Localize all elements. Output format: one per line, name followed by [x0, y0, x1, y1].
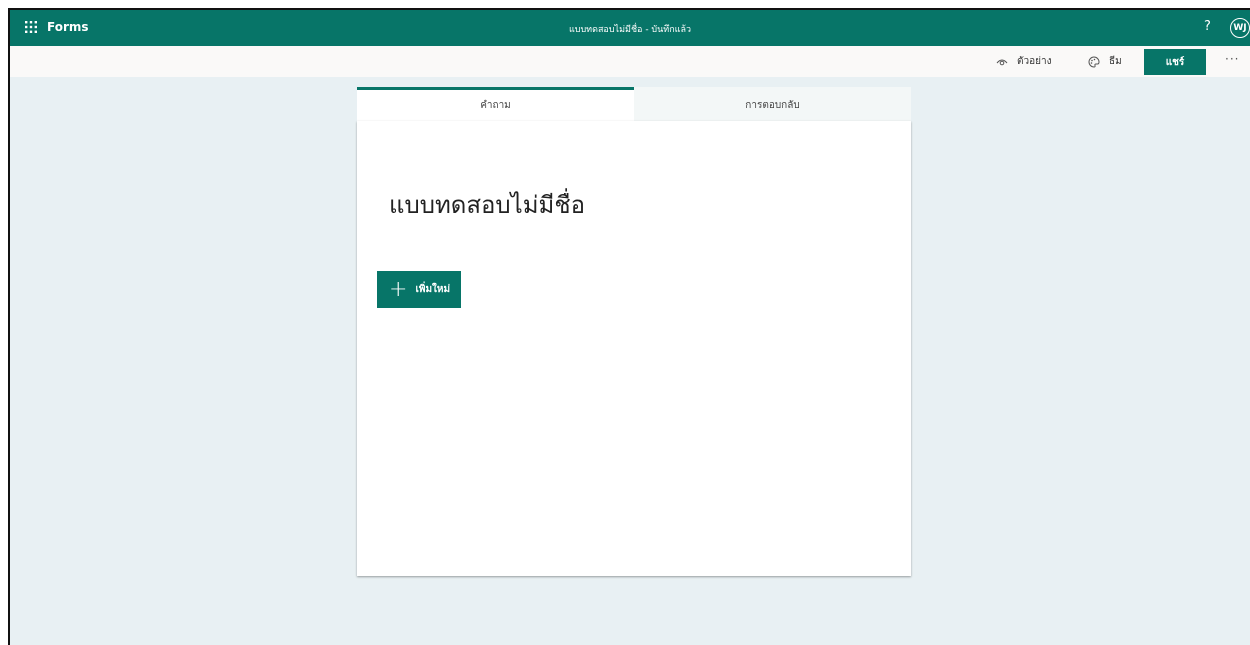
- more-options-icon[interactable]: ···: [1225, 52, 1239, 66]
- app-header: Forms แบบทดสอบไม่มีชื่อ - บันทึกแล้ว ? W…: [10, 10, 1250, 46]
- tab-questions[interactable]: คำถาม: [357, 87, 634, 121]
- screenshot-border: [0, 0, 8, 645]
- share-button[interactable]: แชร์: [1144, 49, 1206, 75]
- tab-responses[interactable]: การตอบกลับ: [634, 87, 911, 121]
- forms-app: Forms แบบทดสอบไม่มีชื่อ - บันทึกแล้ว ? W…: [10, 10, 1250, 645]
- document-title: แบบทดสอบไม่มีชื่อ - บันทึกแล้ว: [568, 25, 692, 35]
- add-new-label: เพิ่มใหม่: [415, 284, 451, 295]
- tab-responses-label: การตอบกลับ: [745, 100, 800, 111]
- form-card: แบบทดสอบไม่มีชื่อ + เพิ่มใหม่: [357, 121, 911, 576]
- preview-label: ตัวอย่าง: [1017, 56, 1052, 67]
- add-new-button[interactable]: + เพิ่มใหม่: [377, 271, 461, 308]
- help-button[interactable]: ?: [1204, 19, 1211, 34]
- eye-icon: [996, 59, 1008, 65]
- command-bar: ตัวอย่าง ธีม แชร์ ···: [10, 46, 1250, 77]
- plus-icon: +: [389, 276, 408, 302]
- tab-questions-label: คำถาม: [480, 100, 511, 111]
- theme-button[interactable]: ธีม: [1088, 46, 1122, 77]
- form-title[interactable]: แบบทดสอบไม่มีชื่อ: [389, 185, 585, 224]
- theme-label: ธีม: [1109, 56, 1122, 67]
- avatar[interactable]: WJ: [1230, 18, 1250, 38]
- form-tabs: คำถาม การตอบกลับ: [357, 87, 911, 121]
- palette-icon: [1088, 55, 1100, 68]
- preview-button[interactable]: ตัวอย่าง: [996, 46, 1051, 77]
